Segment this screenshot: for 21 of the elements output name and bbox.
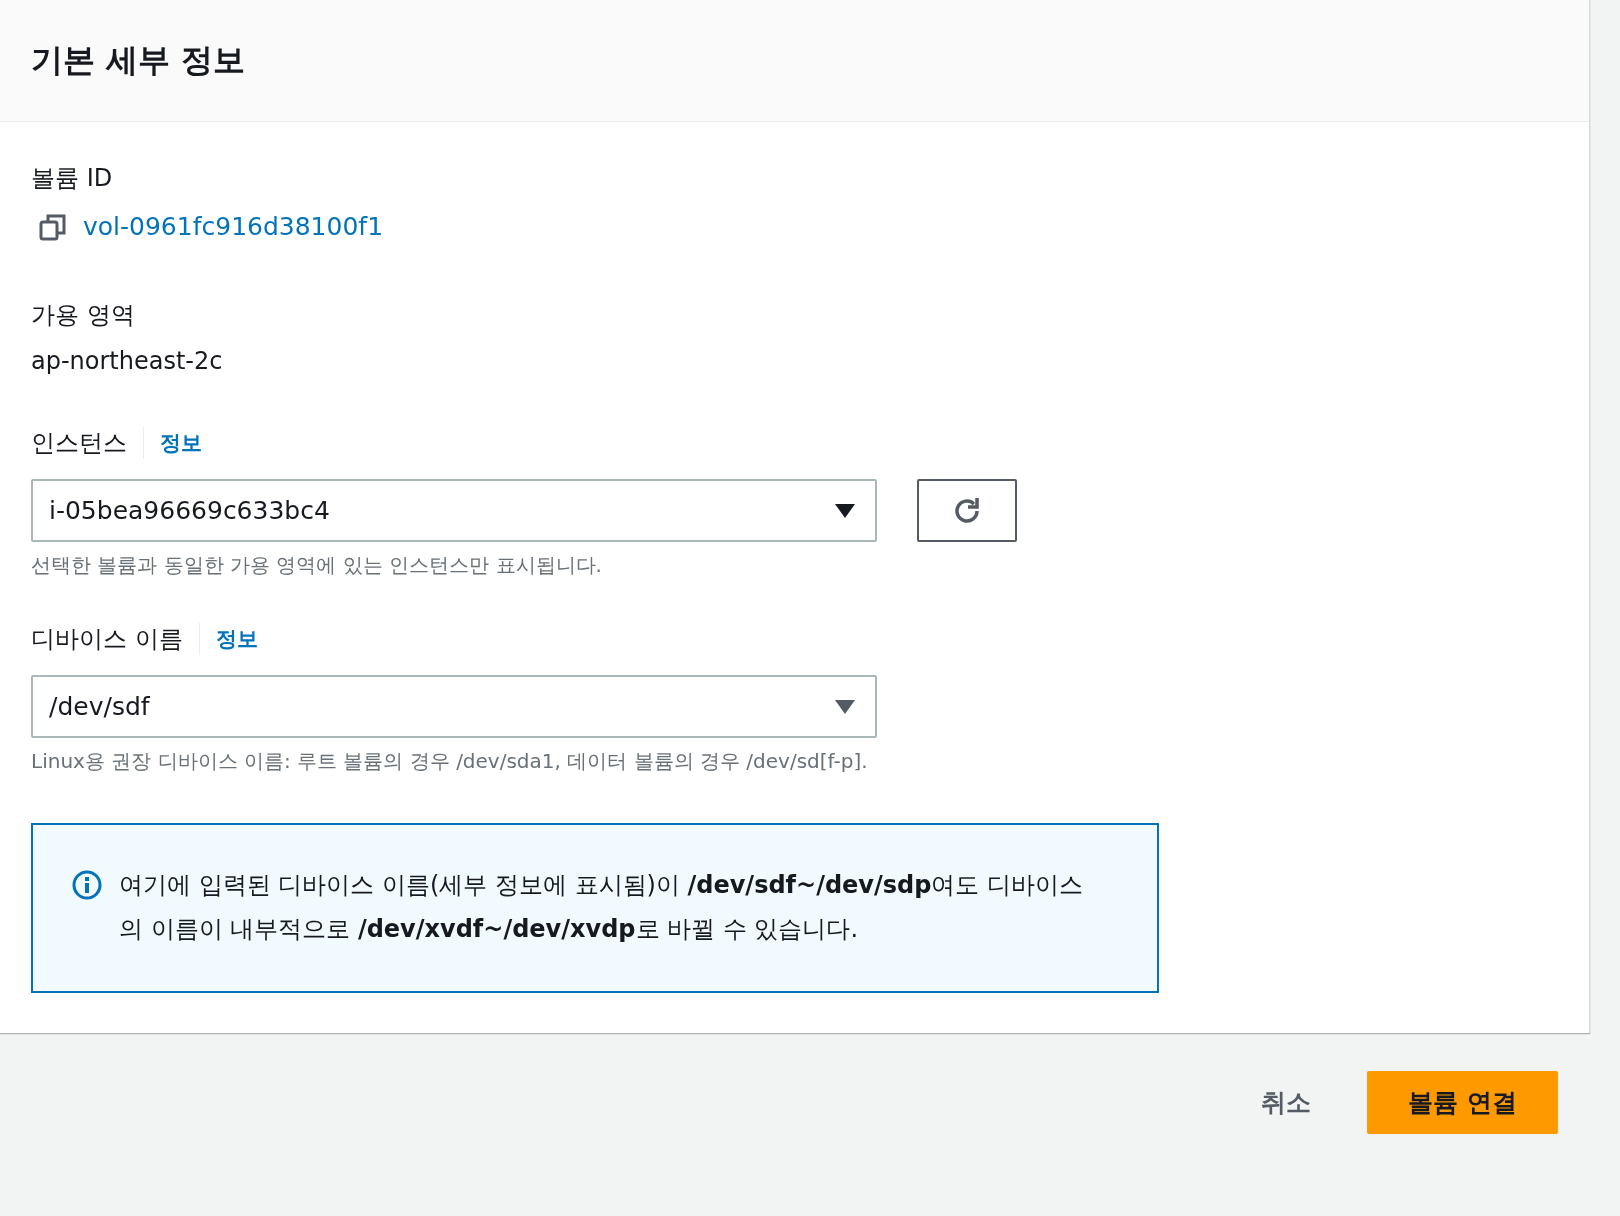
info-link[interactable]: 정보 [144,429,202,457]
attach-volume-button[interactable]: 볼륨 연결 [1367,1071,1558,1134]
device-name-select[interactable]: /dev/sdf [31,675,877,738]
panel-title: 기본 세부 정보 [31,39,246,81]
caret-icon [835,503,855,518]
refresh-button[interactable] [917,479,1017,542]
copy-icon[interactable] [39,212,67,241]
info-link[interactable]: 정보 [199,625,258,653]
field-value: ap-northeast-2c [31,347,224,375]
field-label: 인스턴스 [31,427,144,459]
cancel-button[interactable]: 취소 [1261,1086,1311,1119]
field-label: 볼륨 ID [31,163,113,194]
field-hint: 선택한 볼륨과 동일한 가용 영역에 있는 인스턴스만 표시됩니다. [31,552,603,579]
field-label: 디바이스 이름 [31,623,200,655]
field-hint: Linux용 권장 디바이스 이름: 루트 볼륨의 경우 /dev/sda1, 데이터 볼륨의 경우 /dev/sd[f-p]. [31,748,869,775]
field-label: 가용 영역 [31,300,135,331]
info-icon [71,869,103,901]
caret-icon [835,699,855,714]
volume-id-link[interactable]: vol-0961fc916d38100f1 [83,212,384,241]
instance-select[interactable]: i-05bea96669c633bc4 [31,479,877,542]
alert-text: 여기에 입력된 디바이스 이름(세부 정보에 표시됨)이 /dev/sdf~/dev/sdp여도 디바이스의 이름이 내부적으로 /dev/xvdf~/dev/xvdp로 바뀔 수 있습니다. [119,870,1085,945]
